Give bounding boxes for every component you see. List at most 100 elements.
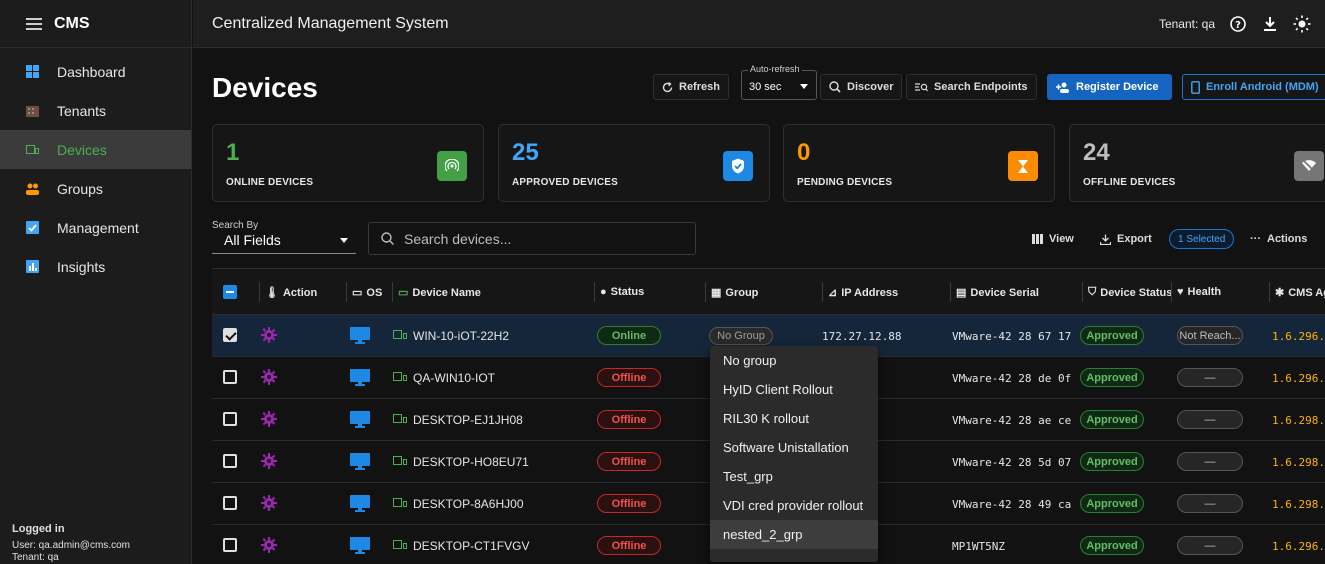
register-device-button[interactable]: Register Device	[1047, 74, 1172, 100]
devices-icon	[393, 329, 407, 343]
theme-toggle-icon[interactable]	[1293, 15, 1311, 33]
stat-label: APPROVED DEVICES	[512, 177, 619, 188]
sidebar-item-management[interactable]: Management	[0, 208, 191, 247]
search-input[interactable]	[404, 230, 684, 247]
stat-value: 25	[512, 139, 539, 166]
gear-icon[interactable]	[261, 369, 277, 385]
device-name-cell[interactable]: WIN-10-iOT-22H2	[393, 329, 509, 343]
dropdown-option-software-unistallation[interactable]: Software Unistallation	[710, 433, 878, 462]
shield-check-icon	[723, 151, 753, 181]
refresh-button[interactable]: Refresh	[653, 74, 729, 100]
select-all-checkbox[interactable]	[223, 285, 237, 299]
sidebar-item-dashboard[interactable]: Dashboard	[0, 52, 191, 91]
sidebar-item-devices[interactable]: Devices	[0, 130, 191, 169]
stat-card-approved: 25 APPROVED DEVICES	[498, 124, 770, 202]
dropdown-option-ril30-k-rollout[interactable]: RIL30 K rollout	[710, 404, 878, 433]
device-serial: VMware-42 28 de 0f	[952, 372, 1072, 385]
column-header-action[interactable]: 🌡 Action	[259, 282, 317, 302]
windows-monitor-icon	[350, 369, 370, 386]
device-name-cell[interactable]: QA-WIN10-IOT	[393, 371, 495, 385]
device-serial: VMware-42 28 49 ca	[952, 498, 1072, 511]
export-button[interactable]: Export	[1100, 226, 1152, 252]
device-name-cell[interactable]: DESKTOP-CT1FVGV	[393, 539, 529, 553]
device-name: DESKTOP-EJ1JH08	[413, 413, 523, 427]
column-header-status[interactable]: ● Status	[594, 282, 644, 302]
search-endpoints-button[interactable]: Search Endpoints	[906, 74, 1037, 100]
device-status-badge: Approved	[1080, 326, 1144, 345]
help-icon[interactable]: ?	[1229, 15, 1247, 33]
status-badge: Offline	[597, 494, 661, 513]
sidebar-item-label: Groups	[57, 180, 103, 197]
device-serial: VMware-42 28 5d 07	[952, 456, 1072, 469]
smartphone-icon	[1191, 80, 1200, 94]
agent-version: 1.6.298.0	[1272, 498, 1325, 511]
download-icon[interactable]	[1261, 15, 1279, 33]
row-checkbox[interactable]	[223, 496, 237, 510]
network-icon: ⊿	[828, 287, 838, 299]
row-checkbox[interactable]	[223, 370, 237, 384]
thermometer-icon: 🌡	[265, 287, 279, 299]
column-header-group[interactable]: ▦ Group	[705, 282, 758, 302]
gear-icon[interactable]	[261, 327, 277, 343]
search-by-select[interactable]: Search By All Fields	[212, 220, 356, 254]
dot-icon: ●	[600, 286, 607, 298]
sidebar-nav: Dashboard Tenants Devices Groups Managem…	[0, 52, 191, 286]
menu-icon[interactable]	[26, 17, 42, 30]
gear-icon[interactable]	[261, 453, 277, 469]
gear-icon: ✱	[1275, 287, 1285, 299]
device-name: QA-WIN10-IOT	[413, 371, 496, 385]
gear-icon[interactable]	[261, 537, 277, 553]
dropdown-option-test-grp[interactable]: Test_grp	[710, 462, 878, 491]
gear-icon[interactable]	[261, 411, 277, 427]
device-status-badge: Approved	[1080, 494, 1144, 513]
table-header: 🌡 Action ▭ OS ▭ Device Name ● Status ▦ Group …	[212, 269, 1325, 315]
dropdown-option-vdi-cred-provider-rollout[interactable]: VDI cred provider rollout	[710, 491, 878, 520]
row-checkbox[interactable]	[223, 328, 237, 342]
discover-icon	[829, 81, 841, 93]
column-header-serial[interactable]: ▤ Device Serial	[950, 282, 1039, 302]
row-checkbox[interactable]	[223, 538, 237, 552]
dropdown-option-no-group[interactable]: No group	[710, 346, 878, 375]
agent-version: 1.6.298.0	[1272, 456, 1325, 469]
device-name-cell[interactable]: DESKTOP-8A6HJ00	[393, 497, 524, 511]
gear-icon[interactable]	[261, 495, 277, 511]
column-header-os[interactable]: ▭ OS	[346, 282, 382, 302]
svg-text:?: ?	[1235, 20, 1241, 31]
tenant-label[interactable]: Tenant: qa	[1159, 17, 1215, 31]
agent-version: 1.6.296.0	[1272, 540, 1325, 553]
row-checkbox[interactable]	[223, 454, 237, 468]
devices-icon	[393, 497, 407, 511]
view-button[interactable]: View	[1032, 226, 1074, 252]
health-badge: —	[1177, 536, 1243, 555]
column-header-agent[interactable]: ✱CMS Ag	[1269, 282, 1325, 302]
device-name-cell[interactable]: DESKTOP-HO8EU71	[393, 455, 529, 469]
health-badge: —	[1177, 494, 1243, 513]
group-select[interactable]: No Group	[709, 327, 773, 345]
sidebar-item-tenants[interactable]: Tenants	[0, 91, 191, 130]
sidebar-item-groups[interactable]: Groups	[0, 169, 191, 208]
column-header-device-status[interactable]: ⛉ Device Status	[1082, 282, 1172, 302]
status-badge: Offline	[597, 410, 661, 429]
column-header-device-name[interactable]: ▭ Device Name	[392, 282, 481, 302]
device-serial: MP1WT5NZ	[952, 540, 1005, 553]
enroll-android-button[interactable]: Enroll Android (MDM)	[1182, 74, 1325, 100]
devices-icon: ▭	[398, 287, 409, 299]
auto-refresh-select[interactable]: Auto-refresh 30 sec	[741, 64, 817, 100]
discover-button[interactable]: Discover	[820, 74, 903, 100]
column-header-ip[interactable]: ⊿ IP Address	[822, 282, 898, 302]
stat-label: ONLINE DEVICES	[226, 177, 314, 188]
device-status-badge: Approved	[1080, 452, 1144, 471]
add-user-icon	[1056, 82, 1069, 93]
agent-version: 1.6.296.0	[1272, 330, 1325, 343]
devices-icon	[393, 413, 407, 427]
sidebar-item-insights[interactable]: Insights	[0, 247, 191, 286]
actions-button[interactable]: ··· Actions	[1250, 226, 1307, 252]
row-checkbox[interactable]	[223, 412, 237, 426]
device-status-badge: Approved	[1080, 536, 1144, 555]
dropdown-option-hyid-client-rollout[interactable]: HyID Client Rollout	[710, 375, 878, 404]
device-name-cell[interactable]: DESKTOP-EJ1JH08	[393, 413, 523, 427]
column-header-health[interactable]: ♥ Health	[1171, 282, 1221, 302]
dropdown-option-nested-2-grp[interactable]: nested_2_grp	[710, 520, 878, 549]
windows-monitor-icon	[350, 327, 370, 344]
chevron-down-icon	[800, 84, 808, 89]
